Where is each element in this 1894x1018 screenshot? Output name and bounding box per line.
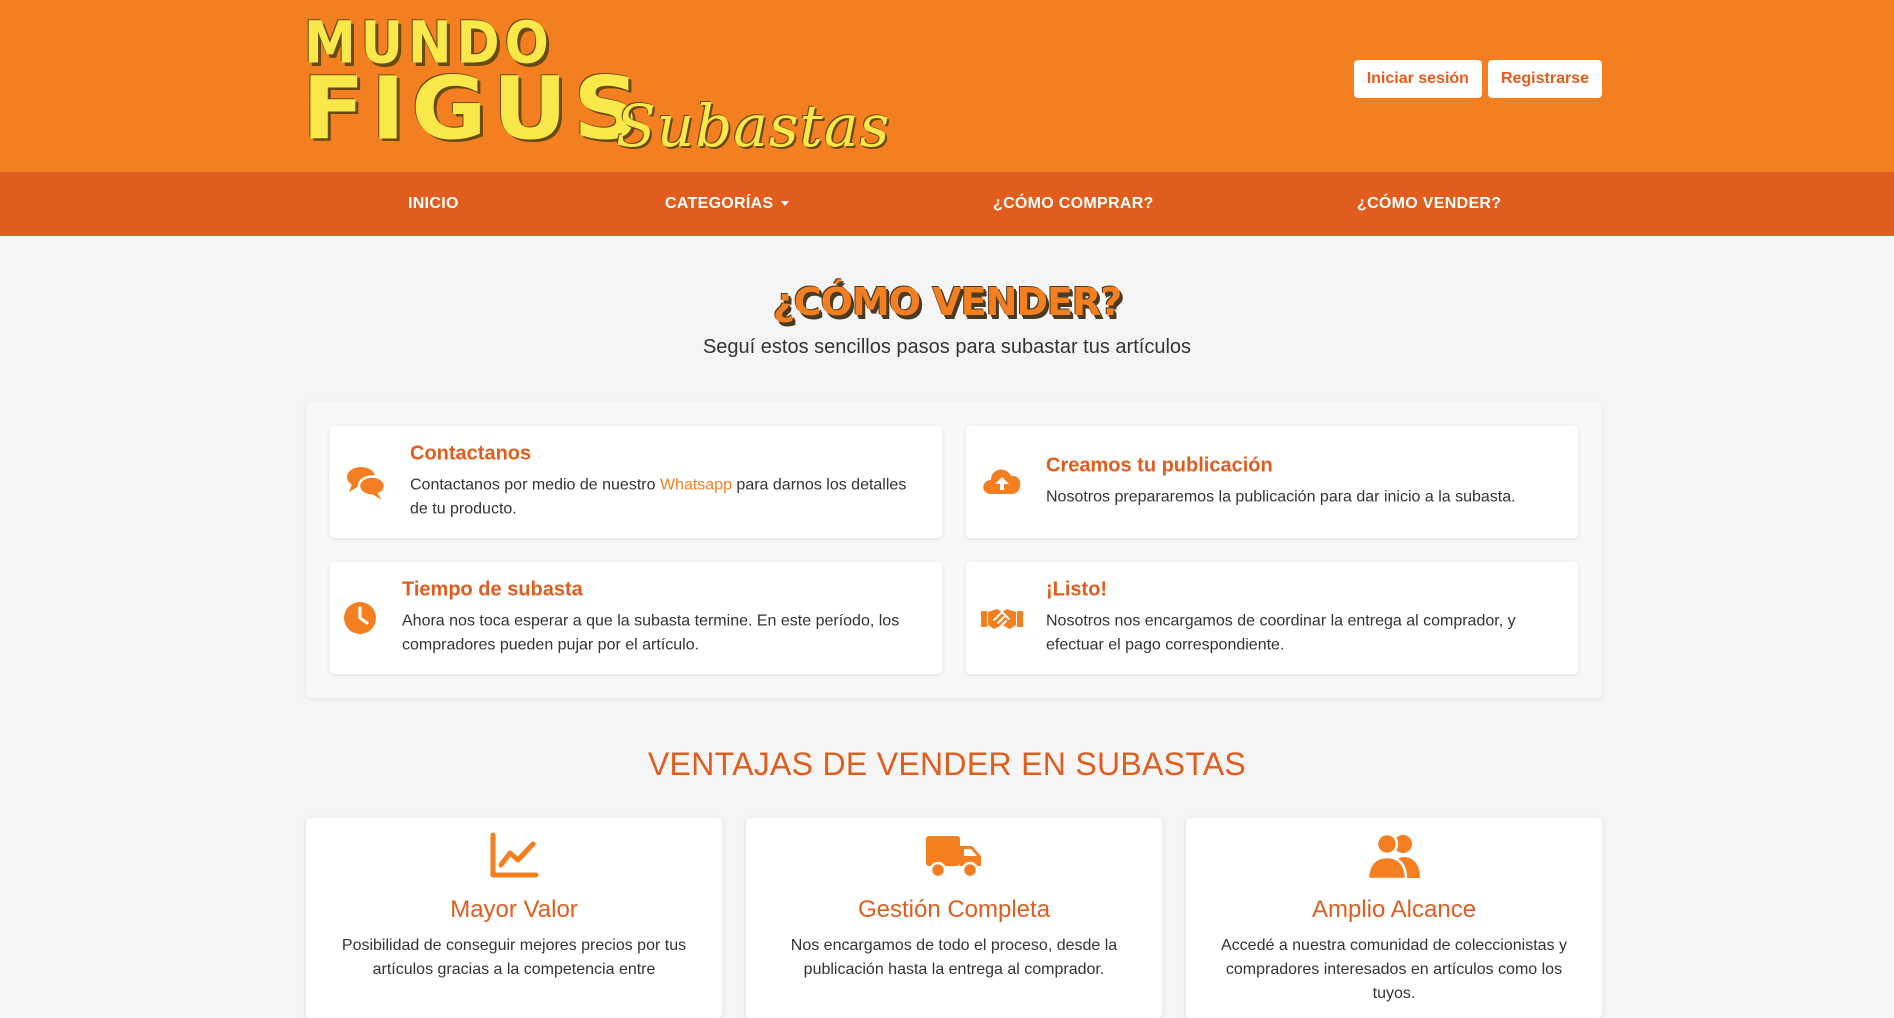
advantage-title: Gestión Completa xyxy=(857,896,1051,923)
nav-item-como-comprar[interactable]: ¿CÓMO COMPRAR? xyxy=(993,172,1154,236)
nav-item-como-vender[interactable]: ¿CÓMO VENDER? xyxy=(1357,172,1501,236)
nav-item-label: ¿CÓMO VENDER? xyxy=(1357,195,1502,212)
cloud-upload-icon xyxy=(983,469,1021,494)
step-title: ¡Listo! xyxy=(1046,578,1108,601)
nav-item-categorias[interactable]: CATEGORÍAS xyxy=(665,172,790,236)
step-text: Nosotros prepararemos la publicación par… xyxy=(1046,488,1516,506)
page-title: ¿CÓMO VENDER? xyxy=(772,280,1123,324)
advantage-text: Accedé a nuestra comunidad de coleccioni… xyxy=(1221,937,1567,1002)
handshake-icon xyxy=(981,609,1023,629)
step-text: Nosotros nos encargamos de coordinar la … xyxy=(1046,612,1516,654)
step-card-contactanos: Contactanos Contactanos por medio de nue… xyxy=(330,426,942,538)
step-text: Ahora nos toca esperar a que la subasta … xyxy=(402,612,900,654)
main-nav: INICIO CATEGORÍAS ¿CÓMO COMPRAR? ¿CÓMO V… xyxy=(0,172,1894,236)
register-button[interactable]: Registrarse xyxy=(1487,60,1602,98)
advantage-text: Posibilidad de conseguir mejores precios… xyxy=(341,937,687,978)
step-card-publicacion: Creamos tu publicación Nosotros preparar… xyxy=(966,426,1578,538)
step-title: Creamos tu publicación xyxy=(1046,454,1273,477)
auth-buttons: Iniciar sesión Registrarse xyxy=(1353,60,1602,98)
advantage-text: Nos encargamos de todo el proceso, desde… xyxy=(790,937,1118,978)
nav-item-label: CATEGORÍAS xyxy=(665,195,774,212)
nav-item-label: ¿CÓMO COMPRAR? xyxy=(993,195,1154,212)
nav-item-label: INICIO xyxy=(408,195,459,212)
site-header: MUNDO FIGUS Subastas Iniciar sesión Regi… xyxy=(0,0,1894,172)
step-text: Contactanos por medio de nuestro Whatsap… xyxy=(410,474,922,522)
comments-icon xyxy=(347,467,387,500)
site-logo[interactable]: MUNDO FIGUS Subastas xyxy=(302,10,889,160)
logo-line2: FIGUS xyxy=(302,58,646,160)
caret-down-icon xyxy=(781,201,790,207)
users-icon xyxy=(1366,832,1420,880)
step-title: Tiempo de subasta xyxy=(402,578,583,601)
clock-icon xyxy=(344,602,376,634)
page-subtitle: Seguí estos sencillos pasos para subasta… xyxy=(702,336,1192,358)
nav-item-inicio[interactable]: INICIO xyxy=(408,172,459,236)
advantage-title: Amplio Alcance xyxy=(1311,896,1477,923)
truck-icon xyxy=(926,836,981,879)
advantage-card-gestion: Gestión Completa Nos encargamos de todo … xyxy=(746,818,1162,1018)
step-card-listo: ¡Listo! Nosotros nos encargamos de coord… xyxy=(966,562,1578,674)
advantages-title: VENTAJAS DE VENDER EN SUBASTAS xyxy=(647,746,1247,782)
logo-tagline: Subastas xyxy=(616,92,891,160)
whatsapp-link[interactable]: Whatsapp xyxy=(660,477,732,494)
login-button[interactable]: Iniciar sesión xyxy=(1353,60,1482,98)
step-title: Contactanos xyxy=(410,442,532,465)
step-text-part: Contactanos por medio de nuestro xyxy=(410,476,660,494)
step-card-tiempo: Tiempo de subasta Ahora nos toca esperar… xyxy=(330,562,942,674)
chart-line-icon xyxy=(490,832,539,878)
advantage-card-alcance: Amplio Alcance Accedé a nuestra comunida… xyxy=(1186,818,1602,1018)
steps-panel: Contactanos Contactanos por medio de nue… xyxy=(306,402,1602,698)
advantage-card-mayor-valor: Mayor Valor Posibilidad de conseguir mej… xyxy=(306,818,722,1018)
advantage-title: Mayor Valor xyxy=(450,896,578,923)
